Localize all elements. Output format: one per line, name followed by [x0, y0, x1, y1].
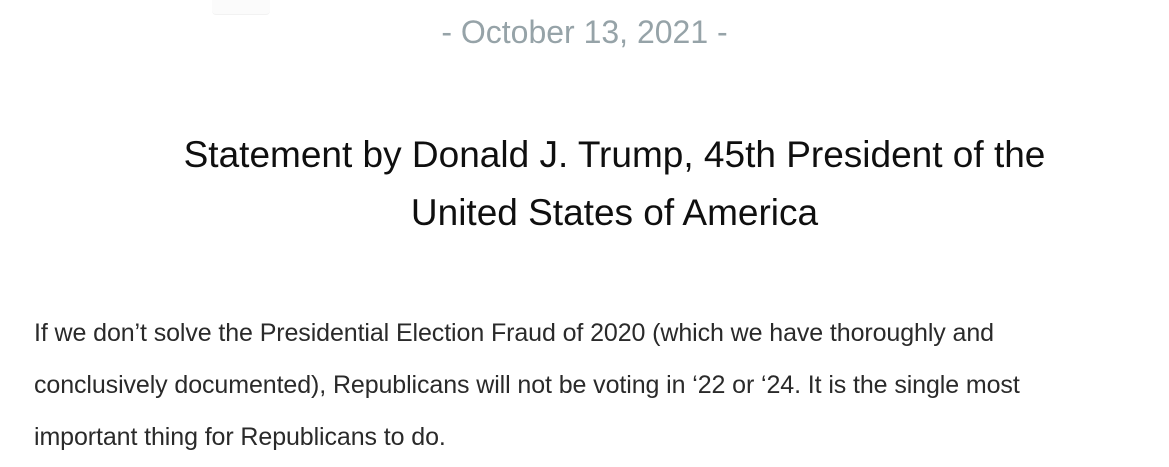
statement-date: - October 13, 2021 -: [441, 14, 728, 50]
statement-body-line-1: If we don’t solve the Presidential Elect…: [34, 319, 994, 347]
statement-title-line-1: Statement by Donald J. Trump, 45th Presi…: [183, 134, 1046, 175]
statement-title: Statement by Donald J. Trump, 45th Presi…: [60, 126, 1169, 242]
statement-body: If we don’t solve the Presidential Elect…: [34, 307, 1159, 463]
statement-body-line-2: conclusively documented), Republicans wi…: [34, 371, 1020, 399]
statement-title-line-2: United States of America: [410, 192, 819, 233]
statement-body-line-3: important thing for Republicans to do.: [34, 423, 446, 451]
